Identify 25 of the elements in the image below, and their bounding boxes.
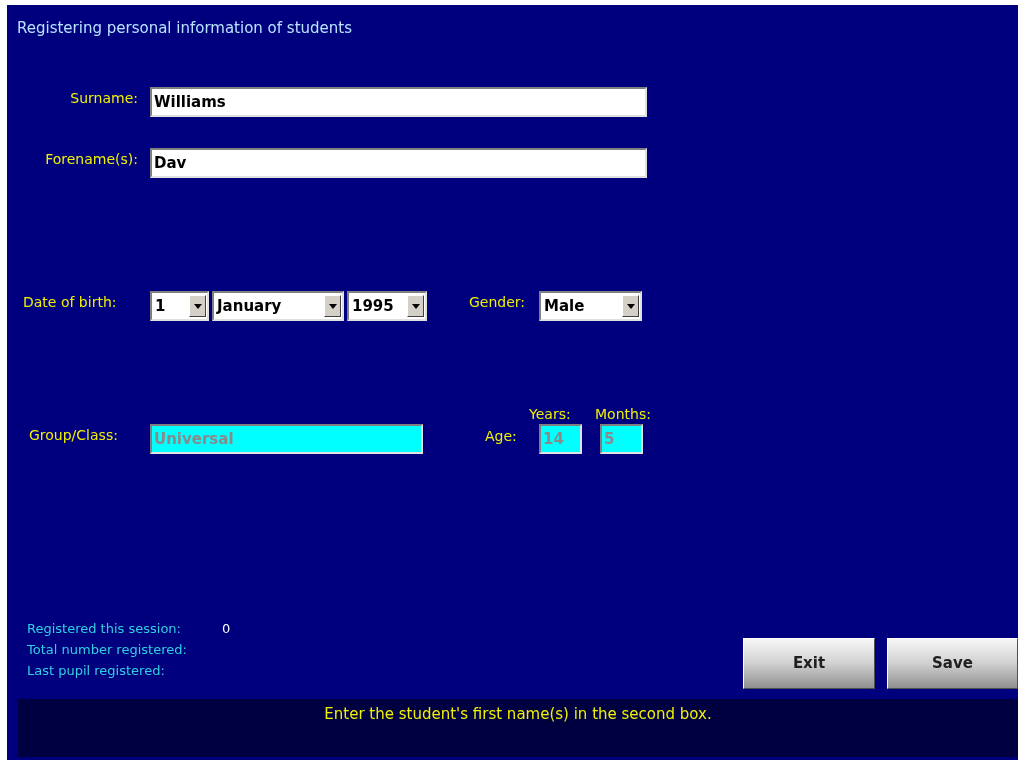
form-title: Registering personal information of students xyxy=(17,18,352,39)
stat-label: Total number registered: xyxy=(27,641,188,659)
months-field: 5 xyxy=(600,424,643,454)
years-field: 14 xyxy=(539,424,582,454)
action-button[interactable]: Exit xyxy=(743,638,875,689)
text-field[interactable]: Williams xyxy=(150,87,647,117)
field-label: Forename(s): xyxy=(44,149,138,169)
gender-dropdown[interactable]: Male xyxy=(539,291,642,321)
status-message: Enter the student's first name(s) in the second box. xyxy=(324,704,712,725)
field-label: Surname: xyxy=(69,88,138,108)
field-label: Date of birth: xyxy=(23,292,118,312)
field-label: Months: xyxy=(595,405,651,424)
field-label: Group/Class: xyxy=(29,425,119,445)
action-button[interactable]: Save xyxy=(887,638,1018,689)
day-dropdown[interactable]: 1 xyxy=(150,291,209,321)
text-field[interactable]: Dav xyxy=(150,148,647,178)
group-class-field: Universal xyxy=(150,424,423,454)
month-dropdown[interactable]: January xyxy=(212,291,344,321)
stat-label: Registered this session: xyxy=(27,620,182,638)
field-label: Age: xyxy=(485,427,517,446)
stat-label: Last pupil registered: xyxy=(27,662,166,680)
field-label: Gender: xyxy=(469,292,527,312)
stat-value: 0 xyxy=(222,620,231,638)
year-dropdown[interactable]: 1995 xyxy=(347,291,427,321)
field-label: Years: xyxy=(529,405,571,424)
